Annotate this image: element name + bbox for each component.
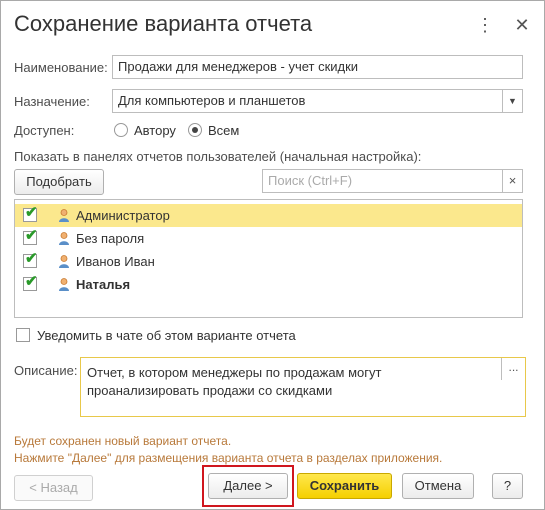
radio-all-label: Всем xyxy=(208,123,240,138)
clear-search-icon[interactable]: × xyxy=(502,170,522,192)
user-icon xyxy=(59,209,69,222)
dialog-title: Сохранение варианта отчета xyxy=(14,11,313,36)
highlight-frame xyxy=(202,465,294,507)
save-report-variant-dialog: Сохранение варианта отчета ⋮ ✕ Наименова… xyxy=(0,0,545,510)
radio-author[interactable] xyxy=(114,123,128,137)
checkmark-icon: ✔ xyxy=(25,227,38,244)
description-text: Отчет, в котором менеджеры по продажам м… xyxy=(87,365,382,398)
list-item[interactable]: ✔ Без пароля xyxy=(15,227,522,250)
checkmark-icon: ✔ xyxy=(25,204,38,221)
list-item[interactable]: ✔ Администратор xyxy=(15,204,522,227)
user-name: Без пароля xyxy=(76,231,145,246)
save-button[interactable]: Сохранить xyxy=(297,473,392,499)
list-item[interactable]: ✔ Иванов Иван xyxy=(15,250,522,273)
back-button[interactable]: < Назад xyxy=(14,475,93,501)
user-name: Иванов Иван xyxy=(76,254,155,269)
show-in-panels-label: Показать в панелях отчетов пользователей… xyxy=(14,149,422,164)
description-textarea[interactable]: Отчет, в котором менеджеры по продажам м… xyxy=(80,357,526,417)
close-icon[interactable]: ✕ xyxy=(511,13,533,37)
radio-author-label: Автору xyxy=(134,123,176,138)
user-icon xyxy=(59,278,69,291)
open-editor-icon[interactable]: ... xyxy=(501,358,525,380)
more-menu-icon[interactable]: ⋮ xyxy=(474,13,496,37)
dropdown-arrow-icon[interactable]: ▼ xyxy=(502,90,522,112)
checkmark-icon: ✔ xyxy=(25,273,38,290)
pick-button[interactable]: Подобрать xyxy=(14,169,104,195)
checkbox[interactable]: ✔ xyxy=(23,250,38,268)
user-icon xyxy=(59,255,69,268)
checkmark-icon: ✔ xyxy=(25,250,38,267)
purpose-value: Для компьютеров и планшетов xyxy=(118,93,306,108)
purpose-label: Назначение: xyxy=(14,94,90,109)
list-item[interactable]: ✔ Наталья xyxy=(15,273,522,296)
user-name: Наталья xyxy=(76,277,131,292)
name-label: Наименование: xyxy=(14,60,108,75)
search-placeholder: Поиск (Ctrl+F) xyxy=(268,173,353,188)
checkbox[interactable]: ✔ xyxy=(23,273,38,291)
cancel-button[interactable]: Отмена xyxy=(402,473,474,499)
help-button[interactable]: ? xyxy=(492,473,523,499)
purpose-select[interactable]: Для компьютеров и планшетов ▼ xyxy=(112,89,523,113)
notify-label: Уведомить в чате об этом варианте отчета xyxy=(37,328,296,343)
radio-all[interactable] xyxy=(188,123,202,137)
checkbox[interactable]: ✔ xyxy=(23,227,38,245)
name-input[interactable]: Продажи для менеджеров - учет скидки xyxy=(112,55,523,79)
description-label: Описание: xyxy=(14,363,78,378)
users-list[interactable]: ✔ Администратор ✔ Без пароля ✔ Иванов Ив… xyxy=(14,199,523,318)
notify-checkbox[interactable] xyxy=(16,328,30,342)
info-line-2: Нажмите "Далее" для размещения варианта … xyxy=(14,451,443,465)
user-icon xyxy=(59,232,69,245)
pick-button-label: Подобрать xyxy=(26,174,92,189)
checkbox[interactable]: ✔ xyxy=(23,204,38,222)
info-line-1: Будет сохранен новый вариант отчета. xyxy=(14,434,232,448)
search-input[interactable]: Поиск (Ctrl+F) × xyxy=(262,169,523,193)
user-name: Администратор xyxy=(76,208,170,223)
available-label: Доступен: xyxy=(14,123,75,138)
